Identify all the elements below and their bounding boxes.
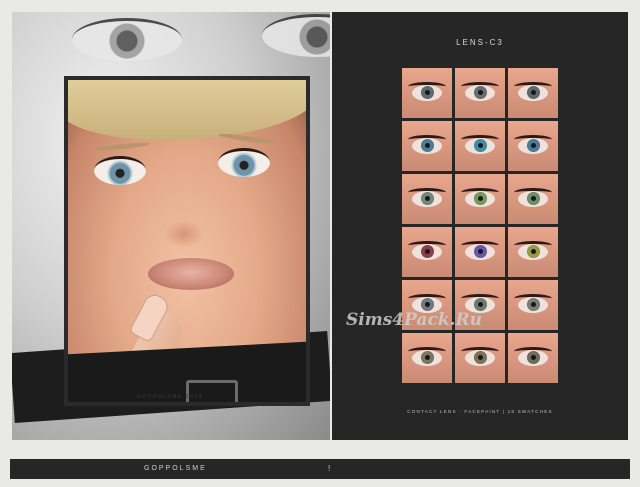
pupil xyxy=(425,355,430,360)
lens-swatch-11[interactable] xyxy=(455,227,505,277)
swatch-eye xyxy=(518,138,548,154)
lens-swatch-8[interactable] xyxy=(455,174,505,224)
lens-swatch-2[interactable] xyxy=(455,68,505,118)
swatch-eye xyxy=(465,350,495,366)
iris xyxy=(421,86,434,99)
left-eye xyxy=(94,156,146,185)
pupil xyxy=(531,355,536,360)
pupil xyxy=(478,90,483,95)
iris xyxy=(474,192,487,205)
lens-swatch-15[interactable] xyxy=(508,280,558,330)
lens-swatch-7[interactable] xyxy=(402,174,452,224)
iris xyxy=(421,245,434,258)
pupil xyxy=(425,302,430,307)
swatch-eye xyxy=(412,350,442,366)
watermark: Sims4Pack.Ru xyxy=(346,310,482,330)
iris xyxy=(527,139,540,152)
iris xyxy=(474,245,487,258)
right-eye xyxy=(218,148,270,177)
swatch-eye xyxy=(465,244,495,260)
lens-swatch-1[interactable] xyxy=(402,68,452,118)
lens-swatch-17[interactable] xyxy=(455,333,505,383)
iris xyxy=(527,192,540,205)
panel-footer: CONTACT LENS · FACEPAINT | 18 SWATCHES xyxy=(407,409,553,414)
background-eye-right xyxy=(262,14,330,57)
pupil xyxy=(425,249,430,254)
swatch-grid xyxy=(402,68,558,383)
pupil xyxy=(425,90,430,95)
swatch-eye xyxy=(412,244,442,260)
lens-swatch-10[interactable] xyxy=(402,227,452,277)
iris xyxy=(527,86,540,99)
pupil xyxy=(531,143,536,148)
swatch-eye xyxy=(518,350,548,366)
pupil xyxy=(478,302,483,307)
bar-mark: ! xyxy=(328,464,331,473)
lens-swatch-9[interactable] xyxy=(508,174,558,224)
swatch-panel: LENS-C3 Sims4Pack.Ru CONTACT LENS · FACE… xyxy=(332,12,628,440)
choker-buckle xyxy=(186,380,238,402)
background-eye-left xyxy=(72,18,182,61)
lens-swatch-5[interactable] xyxy=(455,121,505,171)
pupil xyxy=(531,90,536,95)
swatch-eye xyxy=(465,85,495,101)
iris xyxy=(421,351,434,364)
preview-image-panel xyxy=(12,12,330,440)
swatch-eye xyxy=(518,244,548,260)
pupil xyxy=(531,249,536,254)
lens-swatch-6[interactable] xyxy=(508,121,558,171)
pupil xyxy=(478,355,483,360)
iris xyxy=(421,139,434,152)
iris xyxy=(527,351,540,364)
preview-credit: GOPPOLSME 2024 xyxy=(137,394,203,400)
lens-swatch-18[interactable] xyxy=(508,333,558,383)
iris xyxy=(474,139,487,152)
swatch-eye xyxy=(412,85,442,101)
iris xyxy=(474,351,487,364)
swatch-eye xyxy=(465,138,495,154)
pupil xyxy=(478,143,483,148)
lens-swatch-12[interactable] xyxy=(508,227,558,277)
lens-swatch-4[interactable] xyxy=(402,121,452,171)
pupil xyxy=(531,196,536,201)
pupil xyxy=(478,249,483,254)
pupil xyxy=(531,302,536,307)
iris xyxy=(421,192,434,205)
swatch-eye xyxy=(465,191,495,207)
swatch-eye xyxy=(518,191,548,207)
nose xyxy=(164,220,204,248)
swatch-eye xyxy=(518,297,548,313)
lens-swatch-3[interactable] xyxy=(508,68,558,118)
panel-title: LENS-C3 xyxy=(456,38,504,47)
pupil xyxy=(478,196,483,201)
swatch-eye xyxy=(518,85,548,101)
brand-label: GOPPOLSME xyxy=(144,465,207,472)
swatch-eye xyxy=(412,138,442,154)
model-portrait xyxy=(64,76,310,406)
bottom-bar: GOPPOLSME ! xyxy=(10,459,630,479)
iris xyxy=(474,86,487,99)
pupil xyxy=(425,143,430,148)
swatch-eye xyxy=(412,191,442,207)
iris xyxy=(527,245,540,258)
lips xyxy=(148,258,234,290)
iris xyxy=(527,298,540,311)
lens-swatch-16[interactable] xyxy=(402,333,452,383)
pupil xyxy=(425,196,430,201)
